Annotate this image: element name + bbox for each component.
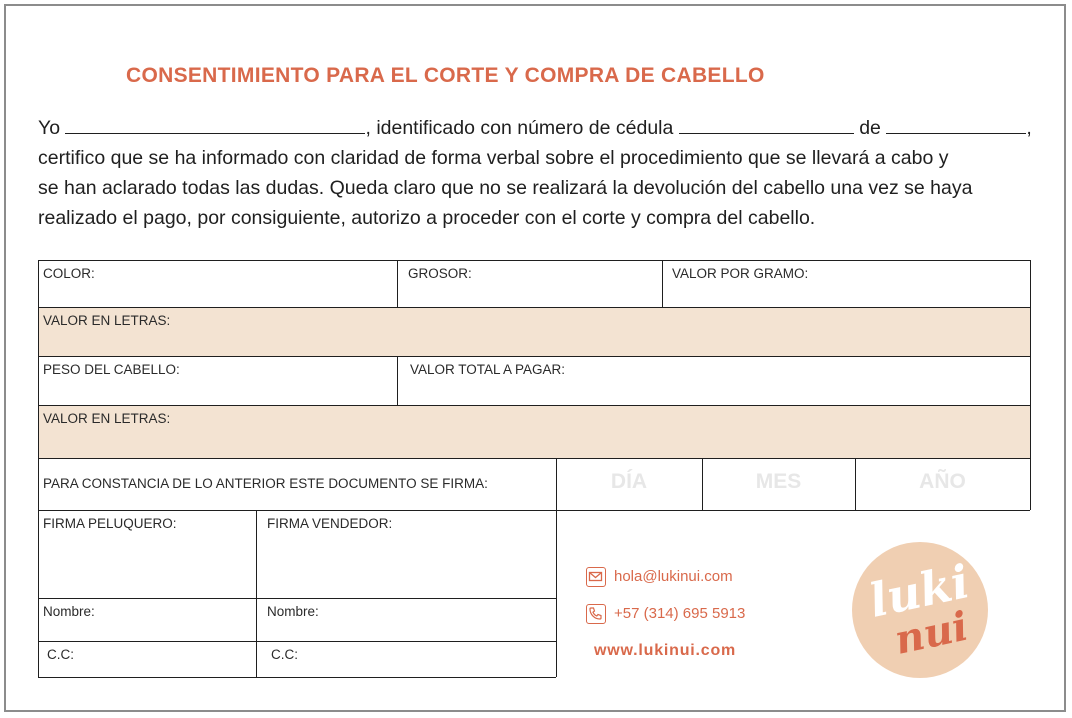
constancia-cell: PARA CONSTANCIA DE LO ANTERIOR ESTE DOCU… <box>38 458 556 510</box>
phone-icon <box>586 604 606 624</box>
firma-peluquero-cell[interactable]: FIRMA PELUQUERO: <box>38 510 256 598</box>
name-blank[interactable] <box>65 115 366 134</box>
table-border-left <box>38 260 39 677</box>
table-divider <box>38 307 1030 308</box>
table-divider <box>397 356 398 405</box>
paragraph-line-4: realizado el pago, por consiguiente, aut… <box>38 207 816 229</box>
peso-cabello-label: PESO DEL CABELLO: <box>43 362 180 377</box>
cedula-blank[interactable] <box>678 115 854 134</box>
valor-por-gramo-label: VALOR POR GRAMO: <box>672 266 809 281</box>
paragraph-line-1: Yo , identificado con número de cédula d… <box>38 113 1033 143</box>
table-border-top <box>38 260 1030 261</box>
table-border-right <box>1030 260 1031 510</box>
color-label: COLOR: <box>43 266 95 281</box>
peso-cabello-cell[interactable]: PESO DEL CABELLO: <box>38 356 397 405</box>
table-divider <box>702 458 703 510</box>
table-divider <box>38 356 1030 357</box>
constancia-label: PARA CONSTANCIA DE LO ANTERIOR ESTE DOCU… <box>43 476 488 491</box>
table-divider <box>38 405 1030 406</box>
firma-vendedor-label: FIRMA VENDEDOR: <box>267 516 393 531</box>
firma-peluquero-label: FIRMA PELUQUERO: <box>43 516 177 531</box>
table-divider <box>662 260 663 307</box>
yo-text: Yo <box>38 117 61 139</box>
valor-letras-label-1: VALOR EN LETRAS: <box>43 313 171 328</box>
anio-label[interactable]: AÑO <box>855 470 1030 494</box>
email-text: hola@lukinui.com <box>614 567 733 585</box>
valor-total-label: VALOR TOTAL A PAGAR: <box>410 362 566 377</box>
grosor-label: GROSOR: <box>408 266 472 281</box>
document-title: CONSENTIMIENTO PARA EL CORTE Y COMPRA DE… <box>126 64 765 87</box>
envelope-icon <box>586 567 606 587</box>
nombre-2-cell[interactable]: Nombre: <box>256 598 556 641</box>
table-divider <box>556 458 557 677</box>
grosor-cell[interactable]: GROSOR: <box>397 260 662 307</box>
color-cell[interactable]: COLOR: <box>38 260 397 307</box>
de-text: de <box>859 117 881 139</box>
table-divider <box>38 510 1030 511</box>
phone-contact[interactable]: +57 (314) 695 5913 <box>586 604 745 624</box>
consent-paragraph: Yo , identificado con número de cédula d… <box>38 113 1033 233</box>
valor-por-gramo-cell[interactable]: VALOR POR GRAMO: <box>662 260 1030 307</box>
table-border-bottom <box>38 677 556 678</box>
paragraph-line-3: se han aclarado todas las dudas. Queda c… <box>38 177 973 199</box>
cc-2-label: C.C: <box>271 647 298 662</box>
lukinui-logo: luki nui <box>852 542 988 678</box>
city-blank[interactable] <box>886 115 1027 134</box>
table-divider <box>38 458 1030 459</box>
mes-label[interactable]: MES <box>702 470 855 494</box>
table-divider <box>397 260 398 307</box>
table-divider <box>38 641 556 642</box>
nombre-1-label: Nombre: <box>43 604 95 619</box>
table-divider <box>38 598 556 599</box>
firma-vendedor-cell[interactable]: FIRMA VENDEDOR: <box>256 510 556 598</box>
email-contact[interactable]: hola@lukinui.com <box>586 567 733 587</box>
table-divider <box>256 510 257 677</box>
identificado-text: , identificado con número de cédula <box>365 117 674 139</box>
cc-2-cell[interactable]: C.C: <box>256 641 556 677</box>
valor-letras-label-2: VALOR EN LETRAS: <box>43 411 171 426</box>
phone-text: +57 (314) 695 5913 <box>614 604 746 622</box>
paragraph-line-2: certifico que se ha informado con clarid… <box>38 147 949 169</box>
dia-label[interactable]: DÍA <box>556 470 702 494</box>
cc-1-label: C.C: <box>47 647 74 662</box>
cc-1-cell[interactable]: C.C: <box>38 641 256 677</box>
nombre-1-cell[interactable]: Nombre: <box>38 598 256 641</box>
valor-total-cell[interactable]: VALOR TOTAL A PAGAR: <box>397 356 1030 405</box>
nombre-2-label: Nombre: <box>267 604 319 619</box>
website-link[interactable]: www.lukinui.com <box>594 642 736 660</box>
valor-letras-row-2[interactable]: VALOR EN LETRAS: <box>38 405 1030 458</box>
valor-letras-row-1[interactable]: VALOR EN LETRAS: <box>38 307 1030 356</box>
table-divider <box>855 458 856 510</box>
comma-text: , <box>1026 117 1032 139</box>
